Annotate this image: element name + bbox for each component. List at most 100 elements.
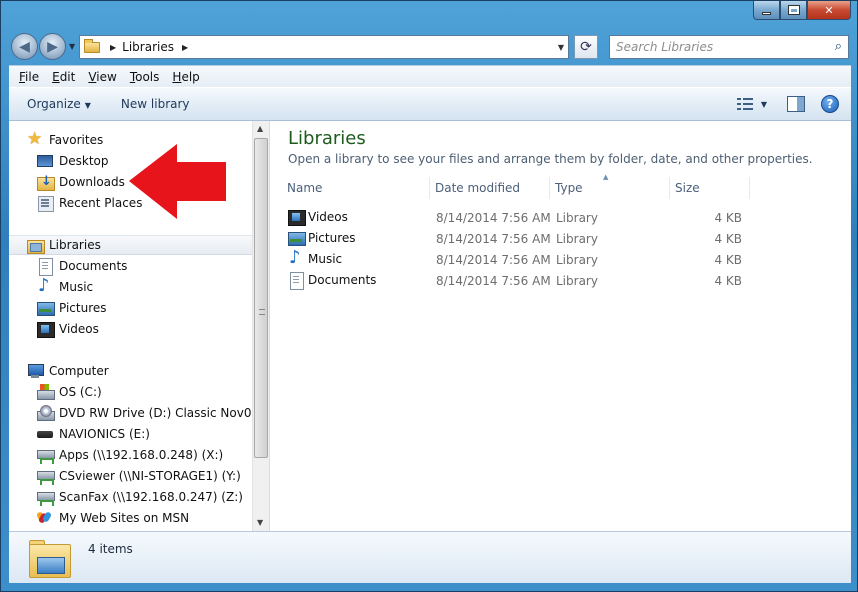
library-row-pictures[interactable]: Pictures 8/14/2014 7:56 AM Library 4 KB (288, 228, 758, 249)
row-size: 4 KB (714, 253, 742, 267)
menu-edit[interactable]: Edit (52, 70, 75, 84)
videos-icon (288, 209, 306, 226)
row-name: Documents (288, 272, 377, 290)
more-views-dropdown[interactable]: ▼ (761, 100, 767, 109)
maximize-button[interactable] (780, 1, 807, 20)
network-drive-icon (37, 447, 55, 464)
nav-label: Documents (59, 259, 128, 273)
column-type-label: Type (555, 181, 583, 195)
address-bar[interactable]: ▶ Libraries ▶ ▼ (79, 35, 569, 59)
column-header-date[interactable]: Date modified (430, 177, 550, 199)
forward-button[interactable]: ▶ (39, 33, 66, 60)
navigation-scrollbar[interactable]: ▲ ▼ (252, 121, 269, 531)
address-history-dropdown[interactable]: ▼ (558, 43, 564, 52)
nav-label: Desktop (59, 154, 109, 168)
nav-drive-item[interactable]: DVD RW Drive (D:) Classic Nov07DVD (37, 403, 252, 423)
column-header-name[interactable]: Name (282, 177, 430, 199)
nav-item-desktop[interactable]: Desktop (37, 151, 109, 171)
pictures-icon (288, 230, 306, 246)
row-type: Library (556, 211, 598, 225)
nav-drive-item[interactable]: CSviewer (\\NI-STORAGE1) (Y:) (37, 466, 241, 486)
nav-item-documents[interactable]: Documents (37, 256, 127, 276)
library-row-videos[interactable]: Videos 8/14/2014 7:56 AM Library 4 KB (288, 207, 758, 228)
row-date: 8/14/2014 7:56 AM (436, 253, 551, 267)
row-name-label: Videos (308, 210, 348, 224)
nav-libraries[interactable]: Libraries (27, 235, 101, 255)
nav-label: OS (C:) (59, 385, 102, 399)
nav-item-music[interactable]: Music (37, 275, 94, 297)
close-icon: ✕ (824, 3, 834, 17)
row-name-label: Documents (308, 273, 377, 287)
nav-drive-item[interactable]: OS (C:) (37, 382, 102, 402)
library-row-documents[interactable]: Documents 8/14/2014 7:56 AM Library 4 KB (288, 270, 758, 291)
change-view-icon[interactable] (736, 97, 755, 111)
nav-computer[interactable]: Computer (27, 361, 109, 381)
menu-file[interactable]: File (19, 70, 39, 84)
pictures-icon (37, 300, 55, 316)
back-button[interactable]: ◀ (11, 33, 38, 60)
menu-tools[interactable]: Tools (130, 70, 160, 84)
new-library-button[interactable]: New library (121, 97, 190, 111)
breadcrumb-separator-icon[interactable]: ▶ (110, 43, 116, 52)
column-name-label: Name (287, 181, 323, 195)
search-icon[interactable]: ⌕ (835, 39, 842, 54)
documents-icon (37, 258, 53, 276)
menu-view[interactable]: View (88, 70, 116, 84)
row-name: Videos (288, 209, 348, 226)
refresh-icon: ⟳ (580, 39, 592, 55)
row-size: 4 KB (714, 274, 742, 288)
nav-drive-item[interactable]: Apps (\\192.168.0.248) (X:) (37, 445, 223, 465)
close-button[interactable]: ✕ (807, 1, 851, 20)
organize-label: Organize (27, 97, 81, 111)
red-arrow-annotation (129, 144, 226, 219)
nav-label: Favorites (49, 133, 104, 147)
item-count: 4 items (88, 542, 133, 556)
maximize-icon (787, 5, 800, 15)
nav-item-pictures[interactable]: Pictures (37, 298, 107, 318)
column-date-label: Date modified (435, 181, 521, 195)
library-row-music[interactable]: Music 8/14/2014 7:56 AM Library 4 KB (288, 247, 758, 270)
navigation-row: ◀ ▶ ▼ ▶ Libraries ▶ ▼ ⟳ ⌕ (9, 33, 849, 61)
network-drive-icon (37, 489, 55, 506)
command-bar: Organize ▼ New library ▼ ? (9, 87, 851, 121)
navigation-pane: Favorites Desktop Downloads Recent Places Li… (9, 121, 252, 531)
search-input[interactable] (616, 40, 816, 54)
page-subtitle: Open a library to see your files and arr… (288, 152, 813, 166)
star-icon (27, 129, 43, 149)
nav-label: Music (59, 280, 94, 294)
organize-button[interactable]: Organize ▼ (27, 97, 91, 111)
row-name: Pictures (288, 230, 356, 246)
breadcrumb-separator-icon[interactable]: ▶ (182, 43, 188, 52)
row-type: Library (556, 253, 598, 267)
details-pane: 4 items (9, 531, 851, 583)
preview-pane-icon[interactable] (787, 96, 805, 112)
breadcrumb-libraries[interactable]: Libraries (122, 40, 174, 54)
row-size: 4 KB (714, 211, 742, 225)
nav-drive-item[interactable]: My Web Sites on MSN (37, 508, 189, 528)
menu-help[interactable]: Help (172, 70, 199, 84)
nav-drive-item[interactable]: NAVIONICS (E:) (37, 424, 150, 444)
caption-buttons: ✕ (753, 1, 851, 20)
page-title: Libraries (288, 128, 366, 149)
column-header-size[interactable]: Size (670, 177, 750, 199)
minimize-button[interactable] (753, 1, 780, 20)
nav-favorites[interactable]: Favorites (27, 129, 104, 150)
nav-item-downloads[interactable]: Downloads (37, 172, 125, 192)
help-icon[interactable]: ? (821, 95, 839, 113)
scroll-thumb[interactable] (254, 138, 268, 458)
nav-item-recent-places[interactable]: Recent Places (37, 193, 142, 213)
nav-drive-item[interactable]: ScanFax (\\192.168.0.247) (Z:) (37, 487, 243, 507)
file-list-pane: Libraries Open a library to see your fil… (270, 121, 851, 531)
column-header-type[interactable]: Type (550, 177, 670, 199)
refresh-button[interactable]: ⟳ (574, 35, 598, 59)
scroll-up-icon[interactable]: ▲ (257, 124, 263, 133)
minimize-icon (762, 11, 771, 15)
chevron-down-icon: ▼ (84, 101, 91, 110)
nav-item-videos[interactable]: Videos (37, 319, 99, 339)
scroll-down-icon[interactable]: ▼ (257, 518, 263, 527)
search-box[interactable]: ⌕ (609, 35, 849, 59)
row-type: Library (556, 232, 598, 246)
recent-pages-dropdown[interactable]: ▼ (69, 42, 75, 51)
forward-arrow-icon: ▶ (47, 38, 58, 55)
explorer-window: ✕ ◀ ▶ ▼ ▶ Libraries ▶ ▼ ⟳ ⌕ File Edit View… (0, 0, 858, 592)
